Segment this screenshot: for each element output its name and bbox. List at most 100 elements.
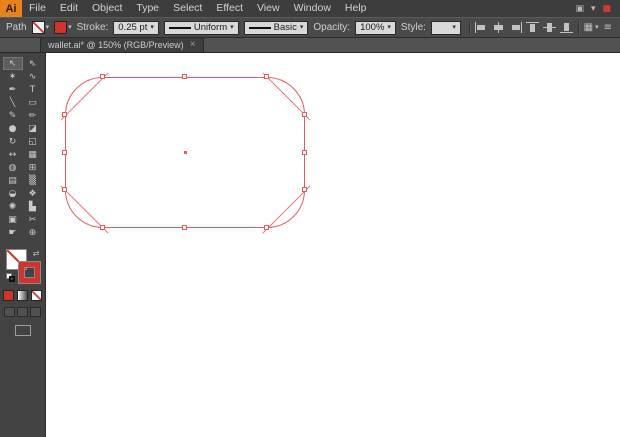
menu-item-edit[interactable]: Edit <box>53 0 85 17</box>
fill-none-swatch-icon <box>31 21 45 34</box>
brush-definition-dropdown[interactable]: Basic ▾ <box>243 20 309 35</box>
anchor-point[interactable] <box>182 74 187 79</box>
separator <box>577 20 579 35</box>
anchor-point[interactable] <box>62 149 67 155</box>
align-vertical-center-icon[interactable] <box>542 22 556 33</box>
basic-brush-line-icon <box>248 26 271 29</box>
align-icons-group <box>474 22 573 33</box>
anchor-point[interactable] <box>264 225 269 230</box>
align-vertical-top-icon[interactable] <box>525 22 539 33</box>
anchor-point[interactable] <box>302 112 307 117</box>
perspective-grid-tool[interactable]: ⊞ <box>23 161 43 174</box>
menu-item-effect[interactable]: Effect <box>209 0 250 17</box>
align-horizontal-right-icon[interactable] <box>509 22 522 33</box>
rotate-tool[interactable]: ↻ <box>3 135 23 148</box>
anchor-point[interactable] <box>100 74 105 79</box>
arrange-documents-icon[interactable]: ▣ <box>575 4 584 14</box>
object-type-label: Path <box>6 22 27 33</box>
gradient-button[interactable] <box>17 290 28 301</box>
menu-item-help[interactable]: Help <box>338 0 374 17</box>
blob-brush-tool[interactable]: ● <box>3 122 23 135</box>
menu-item-select[interactable]: Select <box>166 0 209 17</box>
anchor-point[interactable] <box>302 149 307 155</box>
free-transform-tool[interactable]: ▦ <box>23 148 43 161</box>
canvas[interactable] <box>46 53 620 437</box>
fill-color-button[interactable]: ▾ <box>31 21 49 34</box>
draw-inside-button[interactable] <box>30 307 41 317</box>
zoom-tool[interactable]: ⊕ <box>23 226 43 239</box>
menu-item-view[interactable]: View <box>250 0 287 17</box>
align-horizontal-center-icon[interactable] <box>492 22 505 33</box>
pencil-tool[interactable]: ✏ <box>23 109 43 122</box>
anchor-point[interactable] <box>182 225 187 230</box>
screen-mode-button[interactable] <box>14 325 31 336</box>
direct-selection-tool[interactable]: ⇖ <box>23 57 43 70</box>
style-label: Style: <box>400 22 426 33</box>
anchor-point[interactable] <box>62 112 67 117</box>
anchor-point[interactable] <box>302 187 307 192</box>
magic-wand-tool[interactable]: ✶ <box>3 70 23 83</box>
scale-tool[interactable]: ◱ <box>23 135 43 148</box>
stroke-weight-field[interactable]: 0.25 pt ▾ <box>113 20 159 35</box>
caret-down-icon: ▾ <box>595 23 599 31</box>
gradient-tool[interactable]: ▒ <box>23 174 43 187</box>
default-fill-stroke-icon[interactable] <box>5 273 15 282</box>
menu-item-file[interactable]: File <box>22 0 53 17</box>
swap-fill-stroke-icon[interactable]: ⇄ <box>33 249 40 258</box>
anchor-point[interactable] <box>264 74 269 79</box>
line-segment-tool[interactable]: ╲ <box>3 96 23 109</box>
red-app-badge-icon[interactable]: ■ <box>602 4 611 14</box>
document-tab[interactable]: wallet.ai* @ 150% (RGB/Preview) × <box>40 38 204 52</box>
column-graph-tool[interactable]: ▙ <box>23 200 43 213</box>
slice-tool[interactable]: ✂ <box>23 213 43 226</box>
pen-tool[interactable]: ✒ <box>3 83 23 96</box>
menu-item-object[interactable]: Object <box>85 0 129 17</box>
close-tab-icon[interactable]: × <box>190 40 196 50</box>
eyedropper-tool[interactable]: ◒ <box>3 187 23 200</box>
anchor-point[interactable] <box>62 187 67 192</box>
hand-tool[interactable]: ☛ <box>3 226 23 239</box>
arrange-documents-caret-icon[interactable]: ▾ <box>591 4 596 14</box>
caret-down-icon: ▾ <box>299 23 304 31</box>
anchor-point[interactable] <box>100 225 105 230</box>
type-tool[interactable]: T <box>23 83 43 96</box>
draw-behind-button[interactable] <box>17 307 28 317</box>
tools-grid: ↖ ⇖ ✶ ∿ ✒ T ╲ ▭ ✎ ✏ ● ◪ ↻ ◱ ↔ ▦ ◍ ⊞ ▤ ▒ ◒ ❖ ✺ ▙ ▣ ✂ ☛ ⊕ <box>2 57 43 239</box>
selection-tool[interactable]: ↖ <box>2 57 23 70</box>
width-profile-dropdown[interactable]: Uniform ▾ <box>163 20 239 35</box>
center-point[interactable] <box>184 151 187 154</box>
symbol-sprayer-tool[interactable]: ✺ <box>3 200 23 213</box>
transform-grid-button[interactable]: ▦ ▾ <box>584 22 599 33</box>
eraser-tool[interactable]: ◪ <box>23 122 43 135</box>
menu-item-window[interactable]: Window <box>287 0 338 17</box>
style-dropdown[interactable]: ▾ <box>430 20 461 35</box>
transform-grid-icon: ▦ <box>583 22 594 33</box>
caret-down-icon: ▾ <box>230 23 234 31</box>
workspace: ↖ ⇖ ✶ ∿ ✒ T ╲ ▭ ✎ ✏ ● ◪ ↻ ◱ ↔ ▦ ◍ ⊞ ▤ ▒ ◒ ❖ ✺ ▙ ▣ ✂ ☛ ⊕ ⇄ <box>0 53 620 437</box>
menu-item-type[interactable]: Type <box>129 0 166 17</box>
color-gradient-none-group <box>3 290 42 301</box>
stroke-color-button[interactable]: ▾ <box>54 21 72 34</box>
drawing-modes-group <box>4 307 41 317</box>
stroke-weight-value: 0.25 pt <box>118 22 148 33</box>
width-tool[interactable]: ↔ <box>3 148 23 161</box>
align-vertical-bottom-icon[interactable] <box>559 22 573 33</box>
app-logo: Ai <box>0 0 22 17</box>
align-horizontal-left-icon[interactable] <box>474 22 488 33</box>
lasso-tool[interactable]: ∿ <box>23 70 43 83</box>
mesh-tool[interactable]: ▤ <box>3 174 23 187</box>
blend-tool[interactable]: ❖ <box>23 187 43 200</box>
stroke-swatch[interactable] <box>18 262 40 283</box>
opacity-field[interactable]: 100% ▾ <box>355 20 396 35</box>
paintbrush-tool[interactable]: ✎ <box>3 109 23 122</box>
separator <box>468 20 470 35</box>
none-button[interactable] <box>31 290 42 301</box>
color-button[interactable] <box>3 290 14 301</box>
opacity-label[interactable]: Opacity: <box>313 22 350 33</box>
caret-down-icon: ▾ <box>68 23 72 31</box>
draw-normal-button[interactable] <box>4 307 15 317</box>
shape-builder-tool[interactable]: ◍ <box>3 161 23 174</box>
panel-menu-icon[interactable]: ≡ <box>604 22 612 33</box>
artboard-tool[interactable]: ▣ <box>3 213 23 226</box>
rectangle-tool[interactable]: ▭ <box>23 96 43 109</box>
